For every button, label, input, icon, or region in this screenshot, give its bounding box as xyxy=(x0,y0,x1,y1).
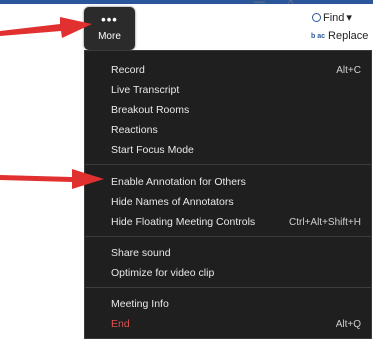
menu-item-label: Live Transcript xyxy=(111,84,180,96)
menu-item-meeting-info[interactable]: Meeting Info xyxy=(111,296,361,312)
replace-label: Replace xyxy=(328,30,369,42)
replace-icon: b ac xyxy=(311,32,326,40)
menu-item-reactions[interactable]: Reactions xyxy=(111,122,361,138)
menu-item-shortcut: Alt+C xyxy=(336,64,361,76)
menu-item-label: Enable Annotation for Others xyxy=(111,176,246,188)
menu-item-end[interactable]: End Alt+Q xyxy=(111,316,361,332)
search-icon xyxy=(312,13,321,22)
find-label: Find xyxy=(323,11,345,24)
menu-divider xyxy=(85,164,371,165)
window-top-strip xyxy=(0,0,373,4)
menu-item-label: Reactions xyxy=(111,124,158,136)
maximize-icon[interactable]: ^ xyxy=(288,0,293,10)
menu-item-label: Share sound xyxy=(111,247,171,259)
menu-item-shortcut: Ctrl+Alt+Shift+H xyxy=(289,216,361,228)
menu-item-label: Hide Floating Meeting Controls xyxy=(111,216,256,228)
menu-item-optimize-video[interactable]: Optimize for video clip xyxy=(111,265,361,281)
menu-item-hide-annotator-names[interactable]: Hide Names of Annotators xyxy=(111,194,361,210)
menu-item-label: End xyxy=(111,318,130,330)
minimize-icon[interactable]: — xyxy=(254,0,265,8)
red-arrow-icon xyxy=(0,169,104,189)
menu-item-share-sound[interactable]: Share sound xyxy=(111,245,361,261)
menu-item-label: Hide Names of Annotators xyxy=(111,196,234,208)
find-button[interactable]: Find ▾ xyxy=(312,11,352,24)
menu-item-label: Breakout Rooms xyxy=(111,104,190,116)
more-menu: Record Alt+C Live Transcript Breakout Ro… xyxy=(84,50,372,339)
menu-item-shortcut: Alt+Q xyxy=(335,318,361,330)
menu-item-label: Record xyxy=(111,64,145,76)
menu-item-record[interactable]: Record Alt+C xyxy=(111,62,361,78)
replace-button[interactable]: b ac Replace xyxy=(311,30,368,42)
menu-item-label: Optimize for video clip xyxy=(111,267,215,279)
menu-item-hide-floating-controls[interactable]: Hide Floating Meeting Controls Ctrl+Alt+… xyxy=(111,214,361,230)
chevron-down-icon: ▾ xyxy=(346,12,352,24)
menu-item-breakout-rooms[interactable]: Breakout Rooms xyxy=(111,102,361,118)
menu-divider xyxy=(85,236,371,237)
menu-divider xyxy=(85,287,371,288)
menu-item-label: Meeting Info xyxy=(111,298,169,310)
red-arrow-icon xyxy=(0,17,92,38)
menu-item-enable-annotation[interactable]: Enable Annotation for Others xyxy=(111,174,361,190)
menu-item-start-focus-mode[interactable]: Start Focus Mode xyxy=(111,142,361,158)
menu-item-label: Start Focus Mode xyxy=(111,144,194,156)
menu-item-live-transcript[interactable]: Live Transcript xyxy=(111,82,361,98)
